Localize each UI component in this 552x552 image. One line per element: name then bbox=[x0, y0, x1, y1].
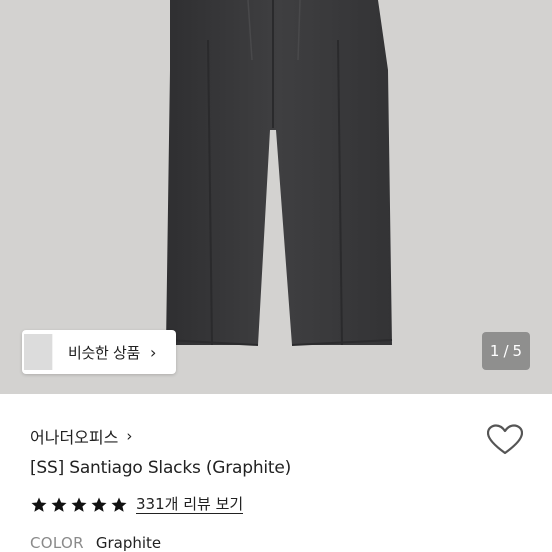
image-pager: 1 / 5 bbox=[482, 332, 530, 370]
review-link[interactable]: 331개 리뷰 보기 bbox=[136, 495, 244, 514]
product-title: [SS] Santiago Slacks (Graphite) bbox=[30, 458, 292, 478]
color-label: COLOR bbox=[30, 534, 84, 552]
star-icon bbox=[111, 497, 127, 512]
pager-separator: / bbox=[503, 342, 509, 360]
star-icon bbox=[91, 497, 107, 512]
similar-products-button[interactable]: 비슷한 상품 › bbox=[22, 330, 176, 374]
star-icon bbox=[31, 497, 47, 512]
brand-name: 어나더오피스 bbox=[30, 428, 119, 447]
rating-row: 331개 리뷰 보기 bbox=[30, 495, 244, 514]
similar-products-label: 비슷한 상품 bbox=[68, 343, 140, 362]
rating-stars bbox=[30, 496, 128, 514]
product-image-gallery[interactable]: 비슷한 상품 › 1 / 5 bbox=[0, 0, 552, 394]
chevron-right-icon: › bbox=[126, 427, 133, 445]
color-option: COLOR Graphite bbox=[30, 534, 161, 552]
pager-current: 1 bbox=[489, 342, 500, 360]
pager-total: 5 bbox=[512, 342, 523, 360]
wishlist-heart-icon[interactable] bbox=[486, 424, 524, 460]
brand-link[interactable]: 어나더오피스 › bbox=[30, 424, 132, 448]
star-icon bbox=[71, 497, 87, 512]
similar-products-thumbnails bbox=[24, 330, 54, 374]
chevron-right-icon: › bbox=[149, 342, 157, 362]
color-value: Graphite bbox=[95, 534, 162, 552]
star-icon bbox=[51, 497, 67, 512]
